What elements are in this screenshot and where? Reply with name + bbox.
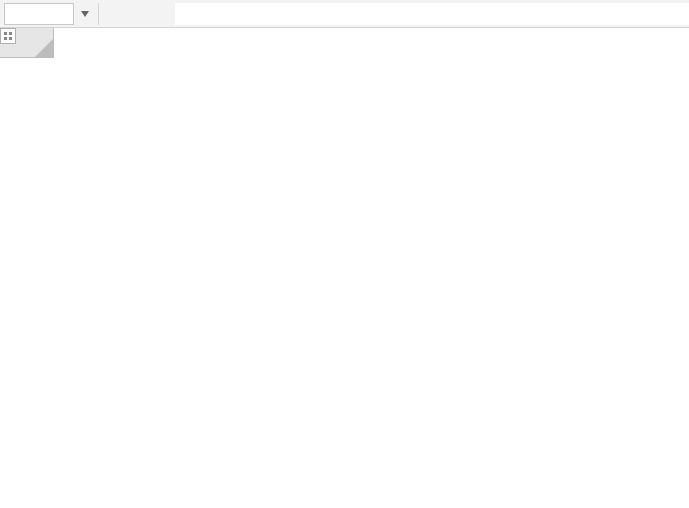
insert-function-button[interactable] xyxy=(149,3,171,25)
separator xyxy=(98,3,99,25)
name-box-dropdown[interactable] xyxy=(78,3,92,25)
formula-input[interactable] xyxy=(175,3,689,25)
select-all-icon xyxy=(35,39,53,57)
autofill-options-button[interactable] xyxy=(0,28,16,44)
chevron-down-icon xyxy=(81,11,89,17)
formula-bar xyxy=(0,0,689,28)
cancel-button[interactable] xyxy=(105,3,127,25)
enter-button[interactable] xyxy=(127,3,149,25)
name-box[interactable] xyxy=(4,3,74,25)
